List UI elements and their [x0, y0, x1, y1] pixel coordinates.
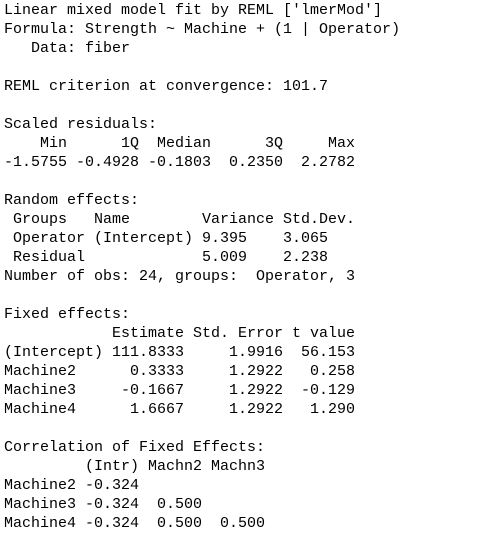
console-line: Random effects:	[4, 192, 140, 209]
console-line: Min 1Q Median 3Q Max	[4, 135, 356, 152]
r-model-summary-text: Linear mixed model fit by REML ['lmerMod…	[4, 1, 400, 533]
console-line: Machine2 -0.324	[4, 477, 266, 494]
console-line: Scaled residuals:	[4, 116, 158, 133]
console-line: -1.5755 -0.4928 -0.1803 0.2350 2.2782	[4, 154, 356, 171]
console-line: Formula: Strength ~ Machine + (1 | Opera…	[4, 21, 401, 38]
console-line: (Intr) Machn2 Machn3	[4, 458, 266, 475]
console-line: Machine4 1.6667 1.2922 1.290	[4, 401, 356, 418]
console-line: Machine4 -0.324 0.500 0.500	[4, 515, 266, 532]
console-line: Data: fiber	[4, 40, 131, 57]
console-line: Operator (Intercept) 9.395 3.065	[4, 230, 356, 247]
console-line: REML criterion at convergence: 101.7	[4, 78, 329, 95]
console-line: Groups Name Variance Std.Dev.	[4, 211, 356, 228]
console-line: Machine2 0.3333 1.2922 0.258	[4, 363, 356, 380]
console-line: Residual 5.009 2.238	[4, 249, 356, 266]
console-line: Machine3 -0.1667 1.2922 -0.129	[4, 382, 356, 399]
console-line: Number of obs: 24, groups: Operator, 3	[4, 268, 356, 285]
console-line: Fixed effects:	[4, 306, 131, 323]
console-line: Linear mixed model fit by REML ['lmerMod…	[4, 2, 383, 19]
console-line: Correlation of Fixed Effects:	[4, 439, 266, 456]
console-line: (Intercept) 111.8333 1.9916 56.153	[4, 344, 356, 361]
console-output-panel: Linear mixed model fit by REML ['lmerMod…	[0, 0, 504, 536]
console-line: Estimate Std. Error t value	[4, 325, 356, 342]
console-line: Machine3 -0.324 0.500	[4, 496, 266, 513]
